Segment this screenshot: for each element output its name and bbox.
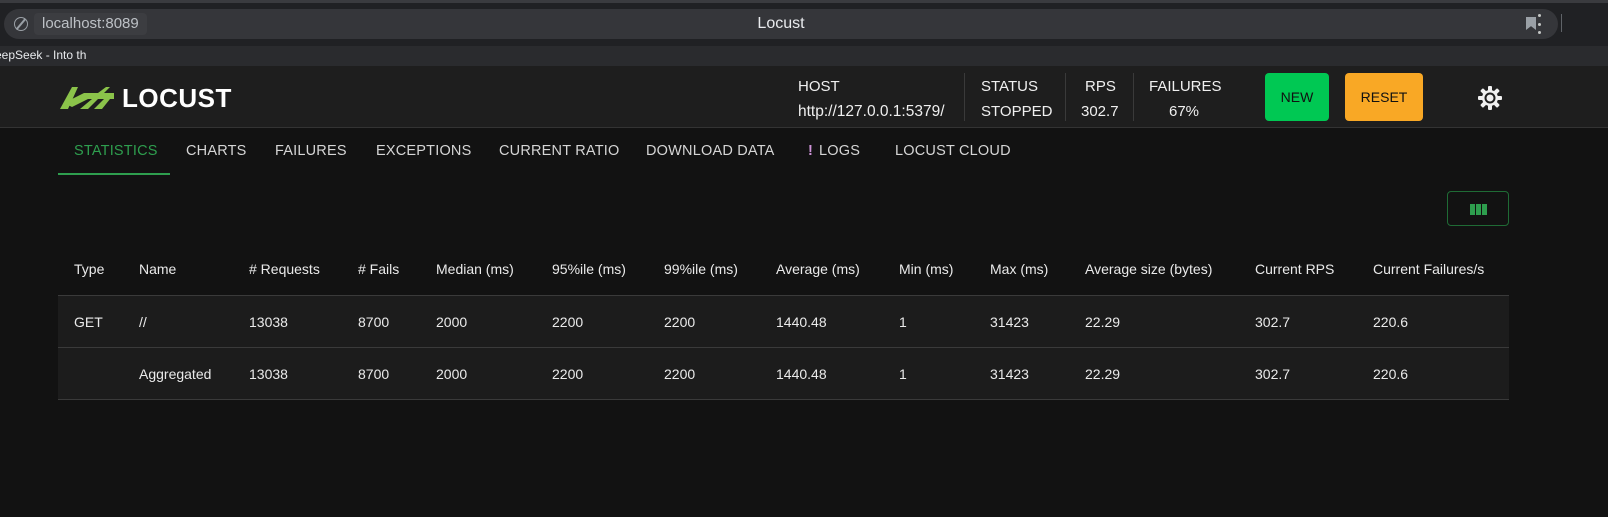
table-cell: 302.7 [1255, 314, 1291, 330]
table-cell: 22.29 [1085, 366, 1121, 382]
app-header: LOCUST HOST http://127.0.0.1:5379/ STATU… [0, 66, 1608, 128]
table-cell: 22.29 [1085, 314, 1121, 330]
failures-label: FAILURES [1149, 78, 1222, 95]
column-header[interactable]: 99%ile (ms) [664, 243, 738, 295]
table-cell: 220.6 [1373, 314, 1409, 330]
table-cell: 1440.48 [776, 314, 827, 330]
view-column-icon [1470, 204, 1487, 215]
browser-toolbar: localhost:8089 Locust [0, 0, 1608, 46]
rps-stat: RPS 302.7 [1081, 76, 1119, 123]
column-header[interactable]: Average (ms) [776, 243, 860, 295]
status-label: STATUS [981, 78, 1038, 95]
column-header[interactable]: Current RPS [1255, 243, 1334, 295]
bookmark-item[interactable]: eepSeek - Into th [0, 48, 86, 62]
table-cell: 8700 [358, 366, 390, 382]
page-title: Locust [757, 15, 805, 32]
rps-label: RPS [1085, 78, 1116, 95]
table-cell: 2200 [664, 366, 696, 382]
locust-logo[interactable]: LOCUST [58, 82, 232, 113]
header-divider [1065, 73, 1066, 121]
exclamation-icon: ! [808, 143, 814, 159]
tab-charts[interactable]: CHARTS [186, 128, 247, 174]
table-row: Aggregated 13038 8700 2000 2200 2200 144… [58, 348, 1509, 400]
table-cell: 1440.48 [776, 366, 827, 382]
header-divider [1133, 73, 1134, 121]
table-header-row: Type Name # Requests # Fails Median (ms)… [58, 243, 1509, 296]
table-cell: 302.7 [1255, 366, 1291, 382]
failures-stat: FAILURES 67% [1149, 76, 1222, 123]
tab-failures[interactable]: FAILURES [275, 128, 347, 174]
table-cell: 2000 [436, 366, 468, 382]
tab-download-data[interactable]: DOWNLOAD DATA [646, 128, 775, 174]
table-cell: 13038 [249, 314, 288, 330]
tab-logs[interactable]: ! LOGS [808, 128, 860, 174]
toolbar-edge [0, 0, 1608, 3]
host-label: HOST [798, 78, 840, 95]
locust-logo-icon [60, 87, 114, 109]
column-header[interactable]: Average size (bytes) [1085, 243, 1212, 295]
tab-logs-label: LOGS [819, 143, 861, 159]
column-header[interactable]: Median (ms) [436, 243, 514, 295]
table-cell: 13038 [249, 366, 288, 382]
theme-toggle-icon[interactable] [1478, 86, 1502, 110]
rps-value: 302.7 [1081, 103, 1119, 120]
table-cell: 1 [899, 366, 907, 382]
bookmarks-bar: eepSeek - Into th [0, 46, 1608, 66]
toolbar-divider [1561, 14, 1562, 32]
table-cell: 31423 [990, 366, 1029, 382]
host-value: http://127.0.0.1:5379/ [798, 103, 945, 120]
table-cell: 31423 [990, 314, 1029, 330]
column-header[interactable]: Current Failures/s [1373, 243, 1484, 295]
table-cell: 2000 [436, 314, 468, 330]
address-bar[interactable]: localhost:8089 Locust [4, 9, 1558, 39]
table-cell: // [139, 314, 147, 330]
table-cell: Aggregated [139, 366, 212, 382]
column-header[interactable]: Type [74, 243, 104, 295]
table-cell: 2200 [552, 314, 584, 330]
column-header[interactable]: Min (ms) [899, 243, 953, 295]
column-header[interactable]: Name [139, 243, 176, 295]
table-row: GET // 13038 8700 2000 2200 2200 1440.48… [58, 296, 1509, 348]
table-cell: 1 [899, 314, 907, 330]
header-divider [964, 73, 965, 121]
status-stat: STATUS STOPPED [981, 76, 1052, 123]
column-header[interactable]: 95%ile (ms) [552, 243, 626, 295]
tab-statistics[interactable]: STATISTICS [74, 128, 158, 174]
browser-menu-icon[interactable] [1536, 14, 1542, 34]
column-header[interactable]: # Requests [249, 243, 320, 295]
table-cell: 2200 [664, 314, 696, 330]
new-test-button[interactable]: NEW [1265, 73, 1329, 121]
reset-stats-button[interactable]: RESET [1345, 73, 1423, 121]
host-stat: HOST http://127.0.0.1:5379/ [798, 76, 945, 123]
table-cell: GET [74, 314, 103, 330]
tab-locust-cloud[interactable]: LOCUST CLOUD [895, 128, 1011, 174]
table-cell: 220.6 [1373, 366, 1409, 382]
logo-text: LOCUST [122, 82, 232, 113]
column-header[interactable]: Max (ms) [990, 243, 1048, 295]
statistics-table: Type Name # Requests # Fails Median (ms)… [58, 243, 1509, 400]
table-cell: 2200 [552, 366, 584, 382]
status-value: STOPPED [981, 103, 1053, 120]
failures-value: 67% [1169, 103, 1200, 120]
table-cell: 8700 [358, 314, 390, 330]
tab-exceptions[interactable]: EXCEPTIONS [376, 128, 471, 174]
column-selector-button[interactable] [1447, 191, 1509, 226]
active-tab-indicator [58, 173, 170, 175]
column-header[interactable]: # Fails [358, 243, 399, 295]
tab-current-ratio[interactable]: CURRENT RATIO [499, 128, 619, 174]
